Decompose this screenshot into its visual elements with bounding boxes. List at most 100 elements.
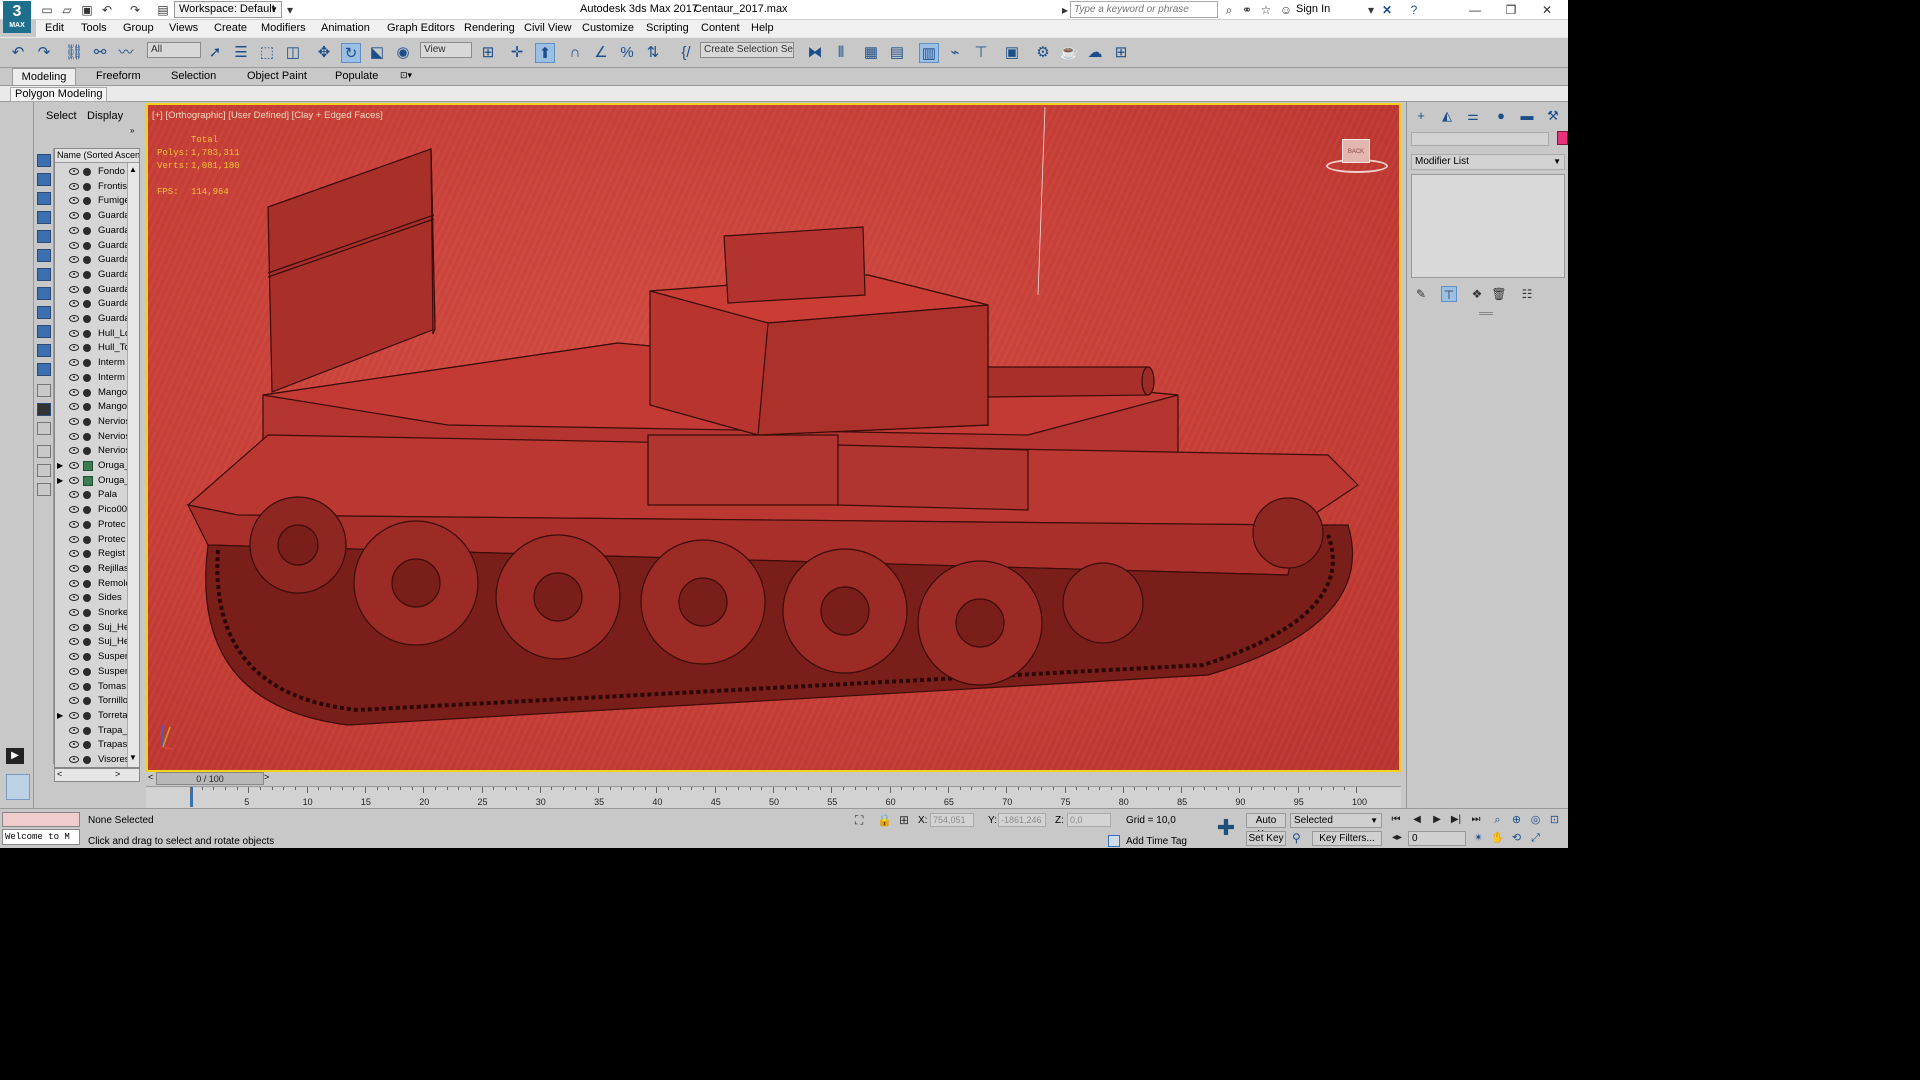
app-logo[interactable]: 3 MAX	[3, 1, 31, 33]
list-item[interactable]: ▶ Torreta	[55, 709, 127, 724]
visibility-eye-icon[interactable]	[69, 256, 79, 264]
undo-icon[interactable]: ↶	[8, 43, 28, 63]
list-item[interactable]: Nervios	[55, 444, 127, 459]
viewcube[interactable]: BACK	[1326, 135, 1390, 175]
ribbon-tab-object-paint[interactable]: Object Paint	[247, 70, 307, 82]
filter-spacewarps-icon[interactable]	[37, 249, 51, 262]
list-item[interactable]: Trapas	[55, 738, 127, 753]
list-item[interactable]: Mango	[55, 386, 127, 401]
list-item[interactable]: Trapa_	[55, 724, 127, 739]
list-item[interactable]: Sides	[55, 591, 127, 606]
close-button[interactable]: ✕	[1532, 1, 1562, 19]
select-by-name-icon[interactable]: ☰	[231, 43, 251, 63]
goto-start-icon[interactable]: ⏮	[1389, 813, 1403, 827]
visibility-eye-icon[interactable]	[69, 329, 79, 337]
modifier-list-dropdown[interactable]: Modifier List ▼	[1411, 154, 1565, 170]
next-frame-icon[interactable]: ▶|	[1449, 813, 1463, 827]
key-mode-dropdown[interactable]: Selected ▼	[1290, 813, 1382, 828]
object-color-swatch[interactable]	[1557, 131, 1568, 145]
maxscript-output[interactable]: Welcome to M	[2, 829, 80, 845]
maximize-viewport-icon[interactable]: ⤢	[1528, 831, 1543, 846]
visibility-eye-icon[interactable]	[69, 226, 79, 234]
ribbon-options-icon[interactable]: ⊡▾	[400, 70, 412, 81]
edit-named-selection-icon[interactable]: {/	[676, 43, 696, 63]
explorer-expand-icon[interactable]: »	[130, 126, 134, 135]
list-item[interactable]: Hull_Lo	[55, 327, 127, 342]
rotate-icon[interactable]: ↻	[341, 43, 361, 63]
list-item[interactable]: ▶ Oruga_	[55, 459, 127, 474]
filter-hierarchy-icon[interactable]	[37, 483, 51, 496]
visibility-eye-icon[interactable]	[69, 182, 79, 190]
mirror-icon[interactable]: ⧓	[805, 43, 825, 63]
list-item[interactable]: Mango	[55, 400, 127, 415]
field-of-view-icon[interactable]: ✴	[1471, 831, 1486, 846]
explorer-select-menu[interactable]: Select	[46, 110, 77, 122]
name-column-header[interactable]: Name (Sorted Ascending)	[55, 149, 139, 163]
binoculars-icon[interactable]: ⚭	[1240, 3, 1254, 17]
visibility-eye-icon[interactable]	[69, 623, 79, 631]
filter-helpers-icon[interactable]	[37, 230, 51, 243]
list-item[interactable]: Frontis	[55, 180, 127, 195]
selection-lock-icon[interactable]: 🔒	[877, 813, 892, 827]
visibility-eye-icon[interactable]	[69, 726, 79, 734]
list-item[interactable]: Hull_To	[55, 341, 127, 356]
key-filters-icon[interactable]: ⚲	[1292, 831, 1301, 845]
menu-edit[interactable]: Edit	[45, 22, 64, 34]
list-item[interactable]: Guarda	[55, 253, 127, 268]
list-item[interactable]: Guarda	[55, 268, 127, 283]
visibility-eye-icon[interactable]	[69, 462, 79, 469]
list-item[interactable]: Susper	[55, 665, 127, 680]
schematic-view-icon[interactable]: ⌁	[945, 43, 965, 63]
snaps-toggle-icon[interactable]: ∩	[565, 43, 585, 63]
list-item[interactable]: Guarda	[55, 312, 127, 327]
tank-model[interactable]	[148, 105, 1399, 770]
goto-end-icon[interactable]: ⏭	[1469, 813, 1483, 827]
pivot-center-icon[interactable]: ⊞	[478, 43, 498, 63]
list-item[interactable]: Nervios	[55, 430, 127, 445]
ribbon-tab-freeform[interactable]: Freeform	[96, 70, 141, 82]
add-time-tag[interactable]: Add Time Tag	[1126, 836, 1187, 847]
configure-modifier-sets-icon[interactable]: ☷	[1519, 286, 1535, 302]
play-icon[interactable]: ▶	[6, 748, 24, 764]
modify-tab-icon[interactable]: ◭	[1439, 108, 1455, 124]
help-icon[interactable]: ?	[1407, 3, 1421, 17]
visibility-eye-icon[interactable]	[69, 344, 79, 352]
selection-filter-dropdown[interactable]: All	[147, 42, 201, 58]
menu-scripting[interactable]: Scripting	[646, 22, 689, 34]
object-name-field[interactable]	[1411, 132, 1549, 146]
display-tab-icon[interactable]: ▬	[1519, 108, 1535, 124]
zoom-extents-all-icon[interactable]: ⊡	[1547, 813, 1562, 828]
filter-geometry-icon[interactable]	[37, 154, 51, 167]
visibility-eye-icon[interactable]	[69, 447, 79, 455]
keyboard-shortcut-override-icon[interactable]: ⬆	[535, 43, 555, 63]
visibility-eye-icon[interactable]	[69, 550, 79, 558]
filter-funnel-icon[interactable]	[37, 445, 51, 458]
make-unique-icon[interactable]: ❖	[1469, 286, 1485, 302]
list-item[interactable]: Fumige	[55, 194, 127, 209]
bind-space-warp-icon[interactable]: 〰	[116, 43, 136, 63]
zoom-all-icon[interactable]: ⊕	[1509, 813, 1524, 828]
render-iterative-icon[interactable]: ☁	[1085, 43, 1105, 63]
move-icon[interactable]: ✥	[314, 43, 334, 63]
visibility-eye-icon[interactable]	[69, 653, 79, 661]
time-slider[interactable]: < 0 / 100 >	[146, 772, 1401, 786]
visibility-eye-icon[interactable]	[69, 520, 79, 528]
menu-civil-view[interactable]: Civil View	[524, 22, 571, 34]
open-file-icon[interactable]: ▱	[60, 3, 74, 17]
explorer-horizontal-scrollbar[interactable]: < >	[54, 768, 140, 782]
list-item[interactable]: Guarda	[55, 297, 127, 312]
favorites-star-icon[interactable]: ☆	[1259, 3, 1273, 17]
search-input[interactable]: Type a keyword or phrase	[1070, 1, 1218, 18]
visibility-eye-icon[interactable]	[69, 300, 79, 308]
time-slider-next-icon[interactable]: >	[264, 772, 269, 782]
exchange-apps-icon[interactable]: ✕	[1380, 3, 1394, 17]
orbit-icon[interactable]: ⟲	[1509, 831, 1524, 846]
visibility-eye-icon[interactable]	[69, 682, 79, 690]
workspace-selector[interactable]: Workspace: Default ▼	[174, 1, 282, 18]
visibility-eye-icon[interactable]	[69, 697, 79, 705]
visibility-eye-icon[interactable]	[69, 403, 79, 411]
place-icon[interactable]: ◉	[393, 43, 413, 63]
scroll-right-icon[interactable]: >	[115, 769, 120, 779]
visibility-eye-icon[interactable]	[69, 741, 79, 749]
utilities-tab-icon[interactable]: ⚒	[1545, 108, 1561, 124]
